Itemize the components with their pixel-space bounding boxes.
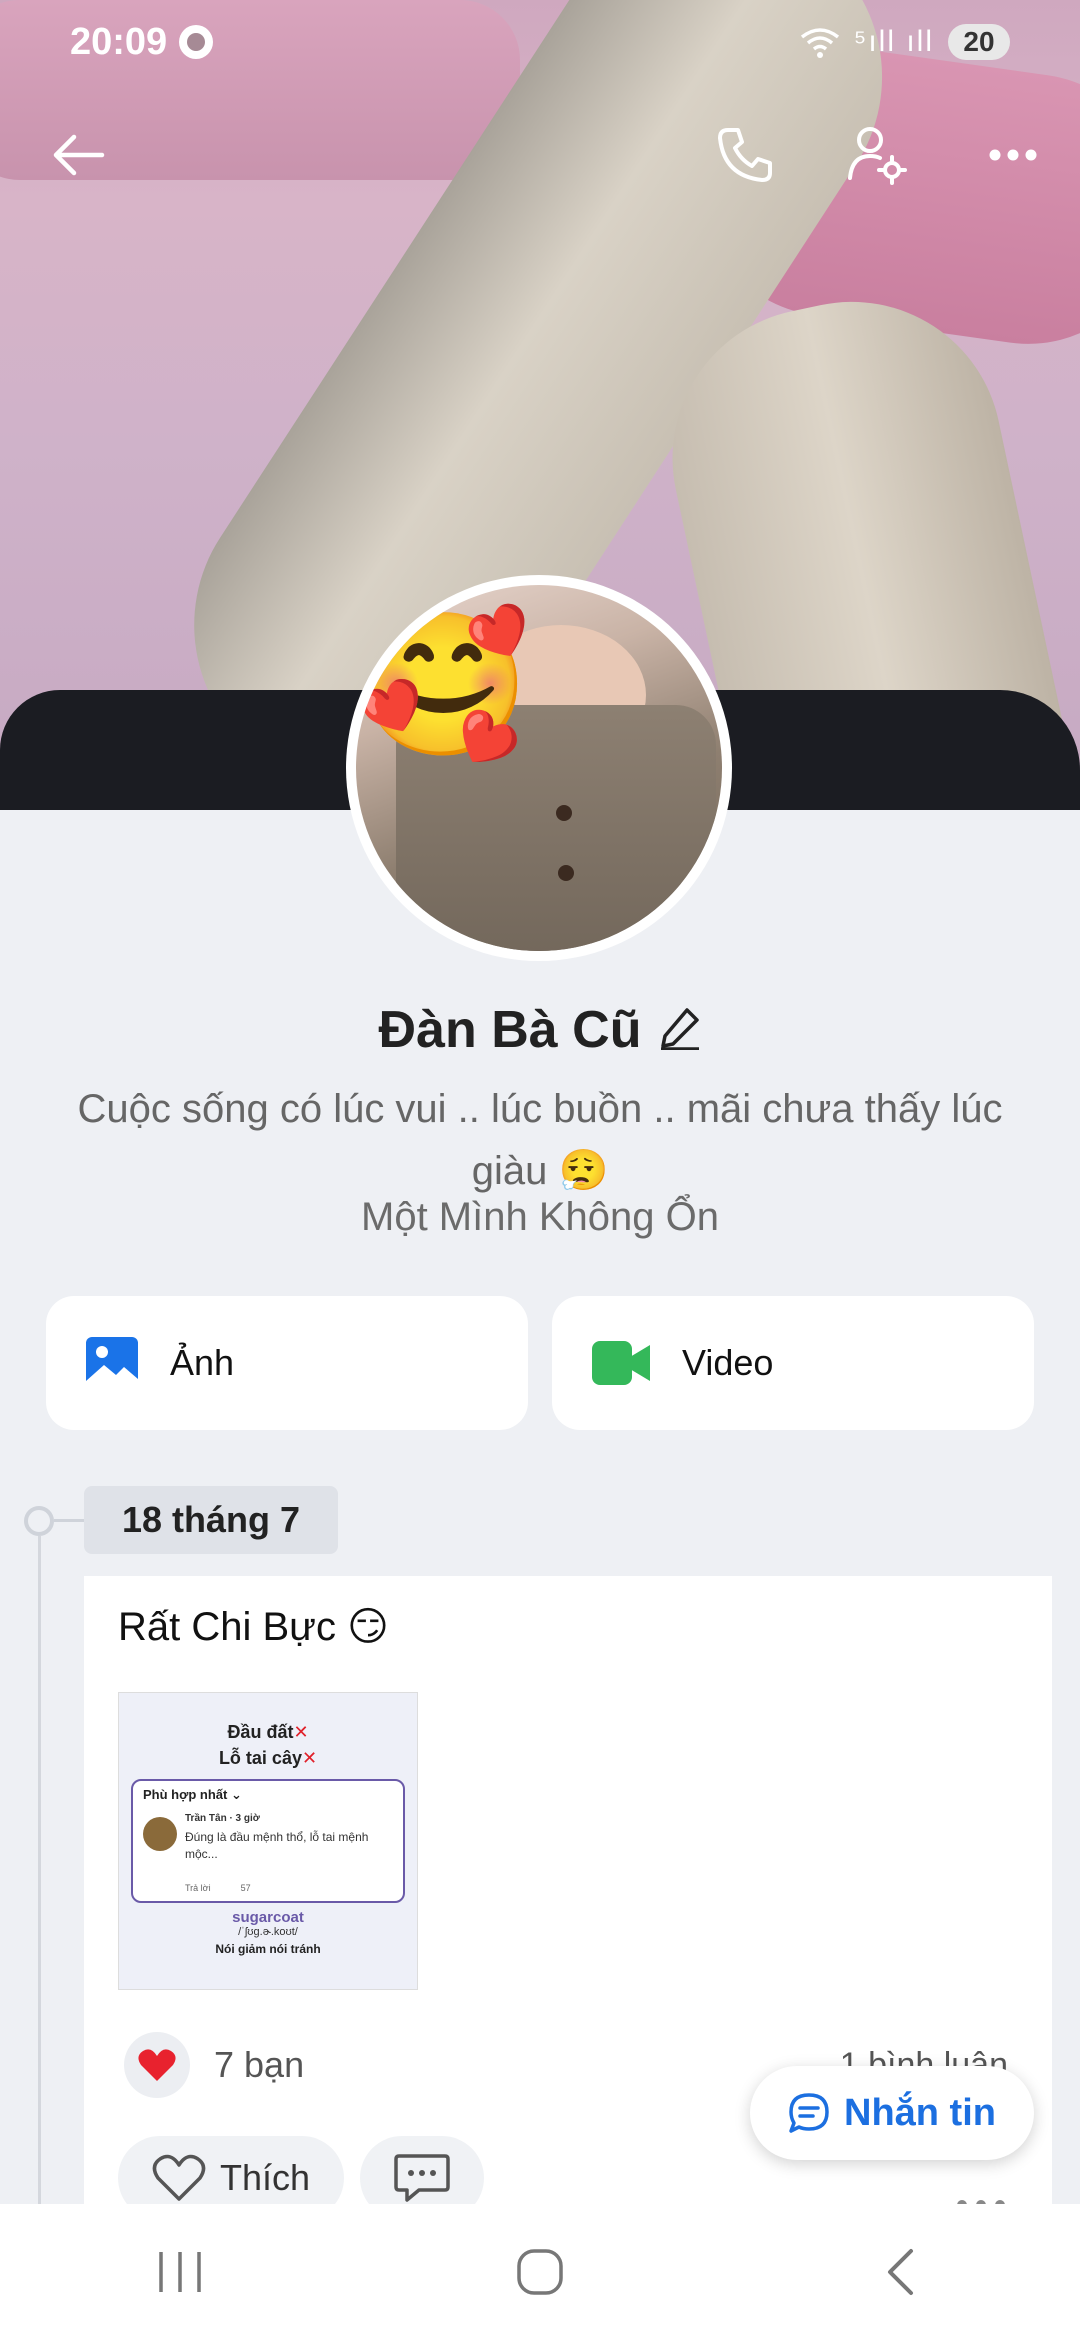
profile-avatar[interactable]: 🥰 <box>346 575 732 961</box>
message-fab-label: Nhắn tin <box>844 2091 996 2134</box>
chat-bubble-icon <box>789 2093 829 2133</box>
post-text: Rất Chi Bực 😏 <box>118 1605 389 1649</box>
profile-name: Đàn Bà Cũ <box>378 1001 642 1059</box>
wifi-icon <box>800 28 839 58</box>
chevron-left-icon <box>888 2249 913 2295</box>
thumb-line-2-text: Lỗ tai cây <box>218 1748 302 1768</box>
avatar-decor <box>558 865 574 881</box>
thumb-comment-card: Phù hợp nhất ⌄ Trần Tân · 3 giờ Đúng là … <box>131 1779 405 1903</box>
back-button[interactable] <box>34 110 124 200</box>
user-settings-icon <box>848 127 907 185</box>
profile-name-row: Đàn Bà Cũ <box>0 1000 1080 1060</box>
pencil-icon <box>661 1007 700 1051</box>
phone-icon <box>718 128 772 182</box>
video-tab[interactable]: Video <box>552 1296 1034 1430</box>
thumb-reaction-count: 57 <box>240 1883 251 1893</box>
edit-name-button[interactable] <box>659 1006 701 1055</box>
timeline-date: 18 tháng 7 <box>84 1486 338 1554</box>
photos-tab-label: Ảnh <box>170 1342 235 1383</box>
thumb-meaning: Nói giảm nói tránh <box>215 1942 321 1956</box>
status-bar: 20:09 ⁵ıll ıll 20 <box>70 14 1010 70</box>
thumb-avatar <box>143 1817 177 1851</box>
call-button[interactable] <box>700 110 790 200</box>
post-image[interactable]: Đầu đất✕ Lỗ tai cây✕ Phù hợp nhất ⌄ Trần… <box>118 1692 418 1990</box>
thumb-ipa: /ˈʃʊɡ.ɚ.koʊt/ <box>238 1926 298 1938</box>
post-card[interactable]: Rất Chi Bực 😏 Đầu đất✕ Lỗ tai cây✕ Phù h… <box>84 1576 1052 2276</box>
thumb-line-2: Lỗ tai cây✕ <box>119 1745 417 1771</box>
system-nav-bar <box>0 2204 1080 2340</box>
sticker-emoji: 🥰 <box>356 606 531 763</box>
recent-apps-button[interactable] <box>120 2222 240 2322</box>
thumb-line-1-text: Đầu đất <box>227 1722 294 1742</box>
thumb-line-1: Đầu đất✕ <box>119 1719 417 1745</box>
profile-settings-button[interactable] <box>832 110 922 200</box>
top-action-bar <box>0 110 1080 210</box>
avatar-decor <box>556 805 572 821</box>
system-back-button[interactable] <box>840 2222 960 2322</box>
status-time-group: 20:09 <box>70 20 214 64</box>
timeline-connector <box>54 1519 84 1522</box>
home-icon <box>517 2249 563 2295</box>
avatar-image: 🥰 <box>356 585 722 951</box>
heart-icon <box>138 2049 176 2081</box>
heart-outline-icon <box>152 2154 206 2201</box>
reaction-count: 7 bạn <box>214 2044 305 2085</box>
home-button[interactable] <box>480 2222 600 2322</box>
arrow-left-icon <box>53 134 105 176</box>
comment-icon <box>394 2154 450 2202</box>
recent-apps-icon <box>159 2252 201 2292</box>
status-right: ⁵ıll ıll 20 <box>800 24 1010 60</box>
reaction-summary[interactable]: 7 bạn <box>124 2032 304 2098</box>
heart-reaction-badge <box>124 2032 190 2098</box>
more-dots-icon <box>989 149 1037 161</box>
battery-indicator: 20 <box>948 24 1010 60</box>
x-mark-icon: ✕ <box>301 1748 318 1768</box>
profile-bio: Cuộc sống có lúc vui .. lúc buồn .. mãi … <box>77 1087 1003 1193</box>
thumb-reply-row: Trả lời 57 <box>185 1883 251 1893</box>
like-label: Thích <box>219 2157 311 2198</box>
message-fab[interactable]: Nhắn tin <box>750 2066 1034 2160</box>
timeline-line <box>38 1536 41 2226</box>
photos-tab[interactable]: Ảnh <box>46 1296 528 1430</box>
thumb-reply-label: Trả lời <box>185 1883 211 1893</box>
status-time: 20:09 <box>70 20 168 63</box>
photo-icon <box>86 1337 138 1389</box>
profile-subtitle: Một Mình Không Ổn <box>361 1195 719 1239</box>
x-mark-icon: ✕ <box>293 1722 309 1742</box>
thumb-commenter: Trần Tân · 3 giờ <box>185 1813 260 1824</box>
signal-icon: ⁵ıll ıll <box>853 25 934 58</box>
thumb-brand: sugarcoat <box>232 1909 304 1926</box>
thumb-sort-label: Phù hợp nhất ⌄ <box>143 1787 242 1802</box>
more-options-button[interactable] <box>968 110 1058 200</box>
video-camera-icon <box>592 1341 650 1385</box>
timeline-dot <box>24 1506 54 1536</box>
globe-icon <box>179 25 214 59</box>
thumb-comment: Đúng là đầu mệnh thổ, lỗ tai mệnh mộc... <box>185 1830 369 1861</box>
video-tab-label: Video <box>682 1342 774 1383</box>
